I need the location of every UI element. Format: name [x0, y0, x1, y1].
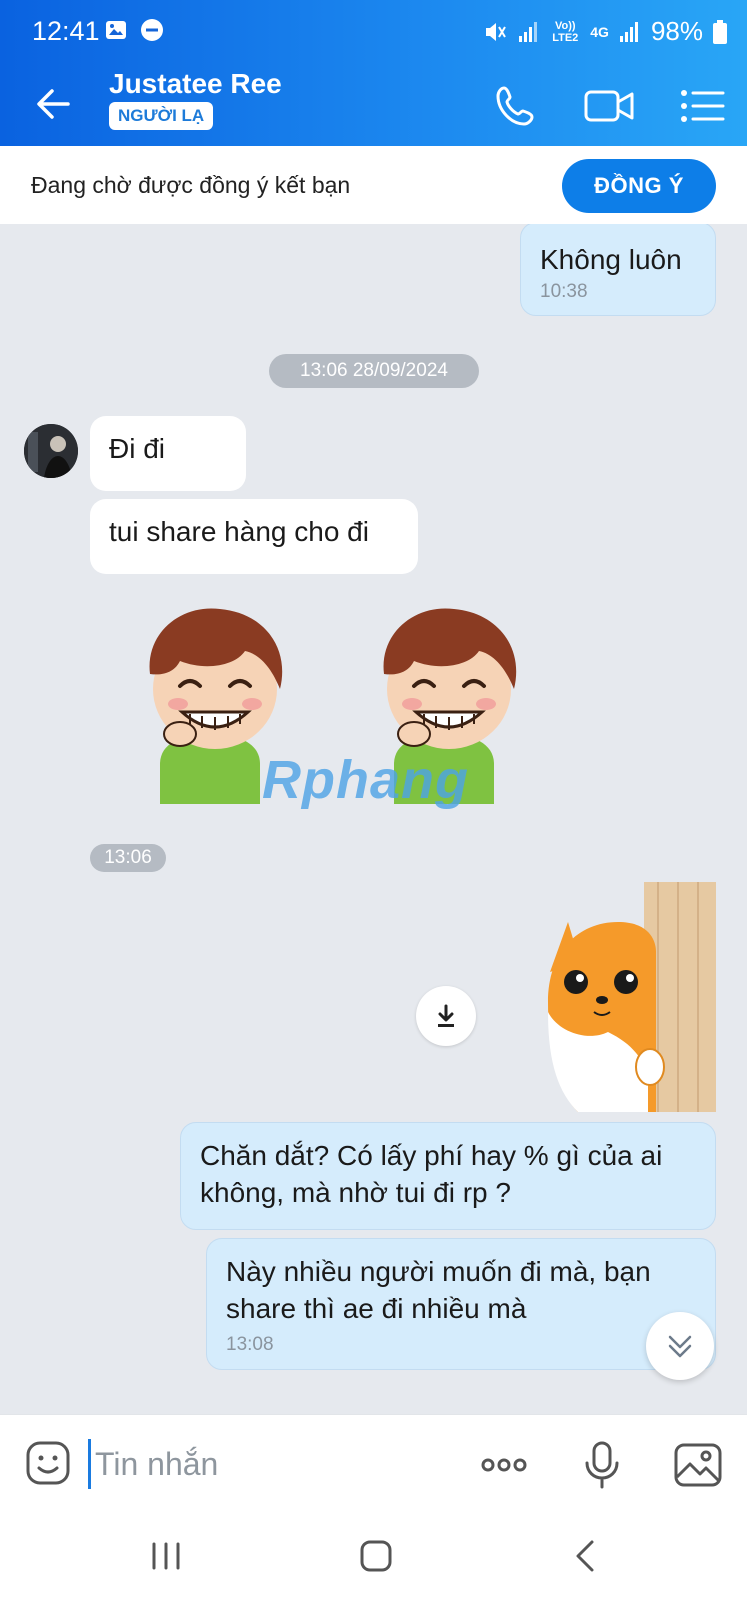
nav-back-button[interactable] [560, 1532, 612, 1582]
sticker-time: 13:06 [90, 844, 166, 872]
message-text: Chăn dắt? Có lấy phí hay % gì của ai khô… [200, 1140, 663, 1208]
scroll-to-bottom-button[interactable] [646, 1312, 714, 1380]
recent-apps-icon [152, 1542, 180, 1570]
video-call-button[interactable] [582, 80, 634, 132]
message-time: 10:38 [540, 281, 588, 302]
network-label-2: 4G [590, 23, 609, 40]
message-bubble-outgoing[interactable]: Không luôn 10:38 [520, 224, 716, 316]
mute-icon [486, 22, 507, 41]
more-dots-icon [481, 1458, 527, 1472]
friend-request-bar: Đang chờ được đồng ý kết bạn ĐỒNG Ý [0, 146, 747, 224]
message-bubble-outgoing[interactable]: Này nhiều người muốn đi mà, bạn share th… [206, 1238, 716, 1370]
voice-call-button[interactable] [490, 80, 542, 132]
battery-icon [713, 19, 727, 44]
microphone-icon [585, 1441, 619, 1489]
status-notifications [104, 18, 164, 42]
status-system-icons: Vo)) LTE2 4G 98% [482, 16, 727, 47]
message-text: Này nhiều người muốn đi mà, bạn share th… [226, 1256, 651, 1324]
date-divider: 13:06 28/09/2024 [269, 354, 479, 388]
emoji-icon [26, 1441, 70, 1485]
status-bar: 12:41 Vo)) LTE2 4G 98% [0, 0, 747, 64]
message-bubble-incoming[interactable]: tui share hàng cho đi [90, 499, 418, 574]
do-not-disturb-icon [141, 19, 163, 41]
chat-menu-button[interactable] [676, 80, 728, 132]
emoji-button[interactable] [24, 1439, 72, 1487]
network-label-1: Vo)) LTE2 [552, 19, 579, 44]
watermark-text: Rphang [262, 750, 469, 810]
signal-icon-2 [619, 21, 638, 42]
message-input[interactable] [88, 1439, 425, 1489]
status-time: 12:41 [32, 16, 100, 46]
message-bubble-incoming[interactable]: Đi đi [90, 416, 246, 491]
message-bubble-outgoing[interactable]: Chăn dắt? Có lấy phí hay % gì của ai khô… [180, 1122, 716, 1230]
download-button[interactable] [416, 986, 476, 1046]
video-camera-icon [584, 90, 634, 122]
download-icon [438, 1004, 454, 1027]
recent-apps-button[interactable] [140, 1532, 192, 1582]
watermark-logo: Rphang [262, 749, 469, 811]
stranger-badge: NGƯỜI LẠ [109, 102, 214, 130]
phone-icon [496, 86, 534, 126]
chevron-double-down-icon [668, 1335, 692, 1358]
home-icon [360, 1540, 392, 1572]
system-nav-bar [0, 1514, 747, 1600]
arrow-left-icon [37, 89, 70, 119]
message-time: 13:08 [226, 1334, 274, 1355]
message-text: Đi đi [109, 433, 166, 464]
chat-header: Justatee Ree NGƯỜI LẠ [0, 64, 747, 146]
voice-message-button[interactable] [576, 1439, 628, 1491]
image-icon [674, 1443, 722, 1487]
contact-name[interactable]: Justatee Ree [109, 68, 282, 100]
message-composer [0, 1414, 747, 1515]
avatar[interactable] [24, 424, 78, 478]
more-options-button[interactable] [478, 1439, 530, 1491]
signal-icon [519, 21, 538, 42]
list-menu-icon [681, 90, 725, 122]
message-text: tui share hàng cho đi [109, 516, 369, 547]
message-list[interactable]: Không luôn 10:38 13:06 28/09/2024 Đi đi … [0, 224, 747, 1414]
back-button[interactable] [28, 78, 80, 130]
battery-percent: 98% [650, 16, 703, 46]
sticker-peeking-shiba[interactable] [528, 882, 716, 1112]
gallery-notification-icon [106, 21, 126, 39]
home-button[interactable] [350, 1532, 402, 1582]
avatar-photo-icon [24, 424, 78, 478]
message-text: Không luôn [540, 244, 682, 275]
friend-request-text: Đang chờ được đồng ý kết bạn [31, 172, 351, 198]
accept-friend-button[interactable]: ĐỒNG Ý [562, 159, 716, 213]
peeking-shiba-sticker-icon [548, 882, 716, 1112]
send-image-button[interactable] [672, 1439, 724, 1491]
chevron-left-icon [576, 1540, 594, 1572]
